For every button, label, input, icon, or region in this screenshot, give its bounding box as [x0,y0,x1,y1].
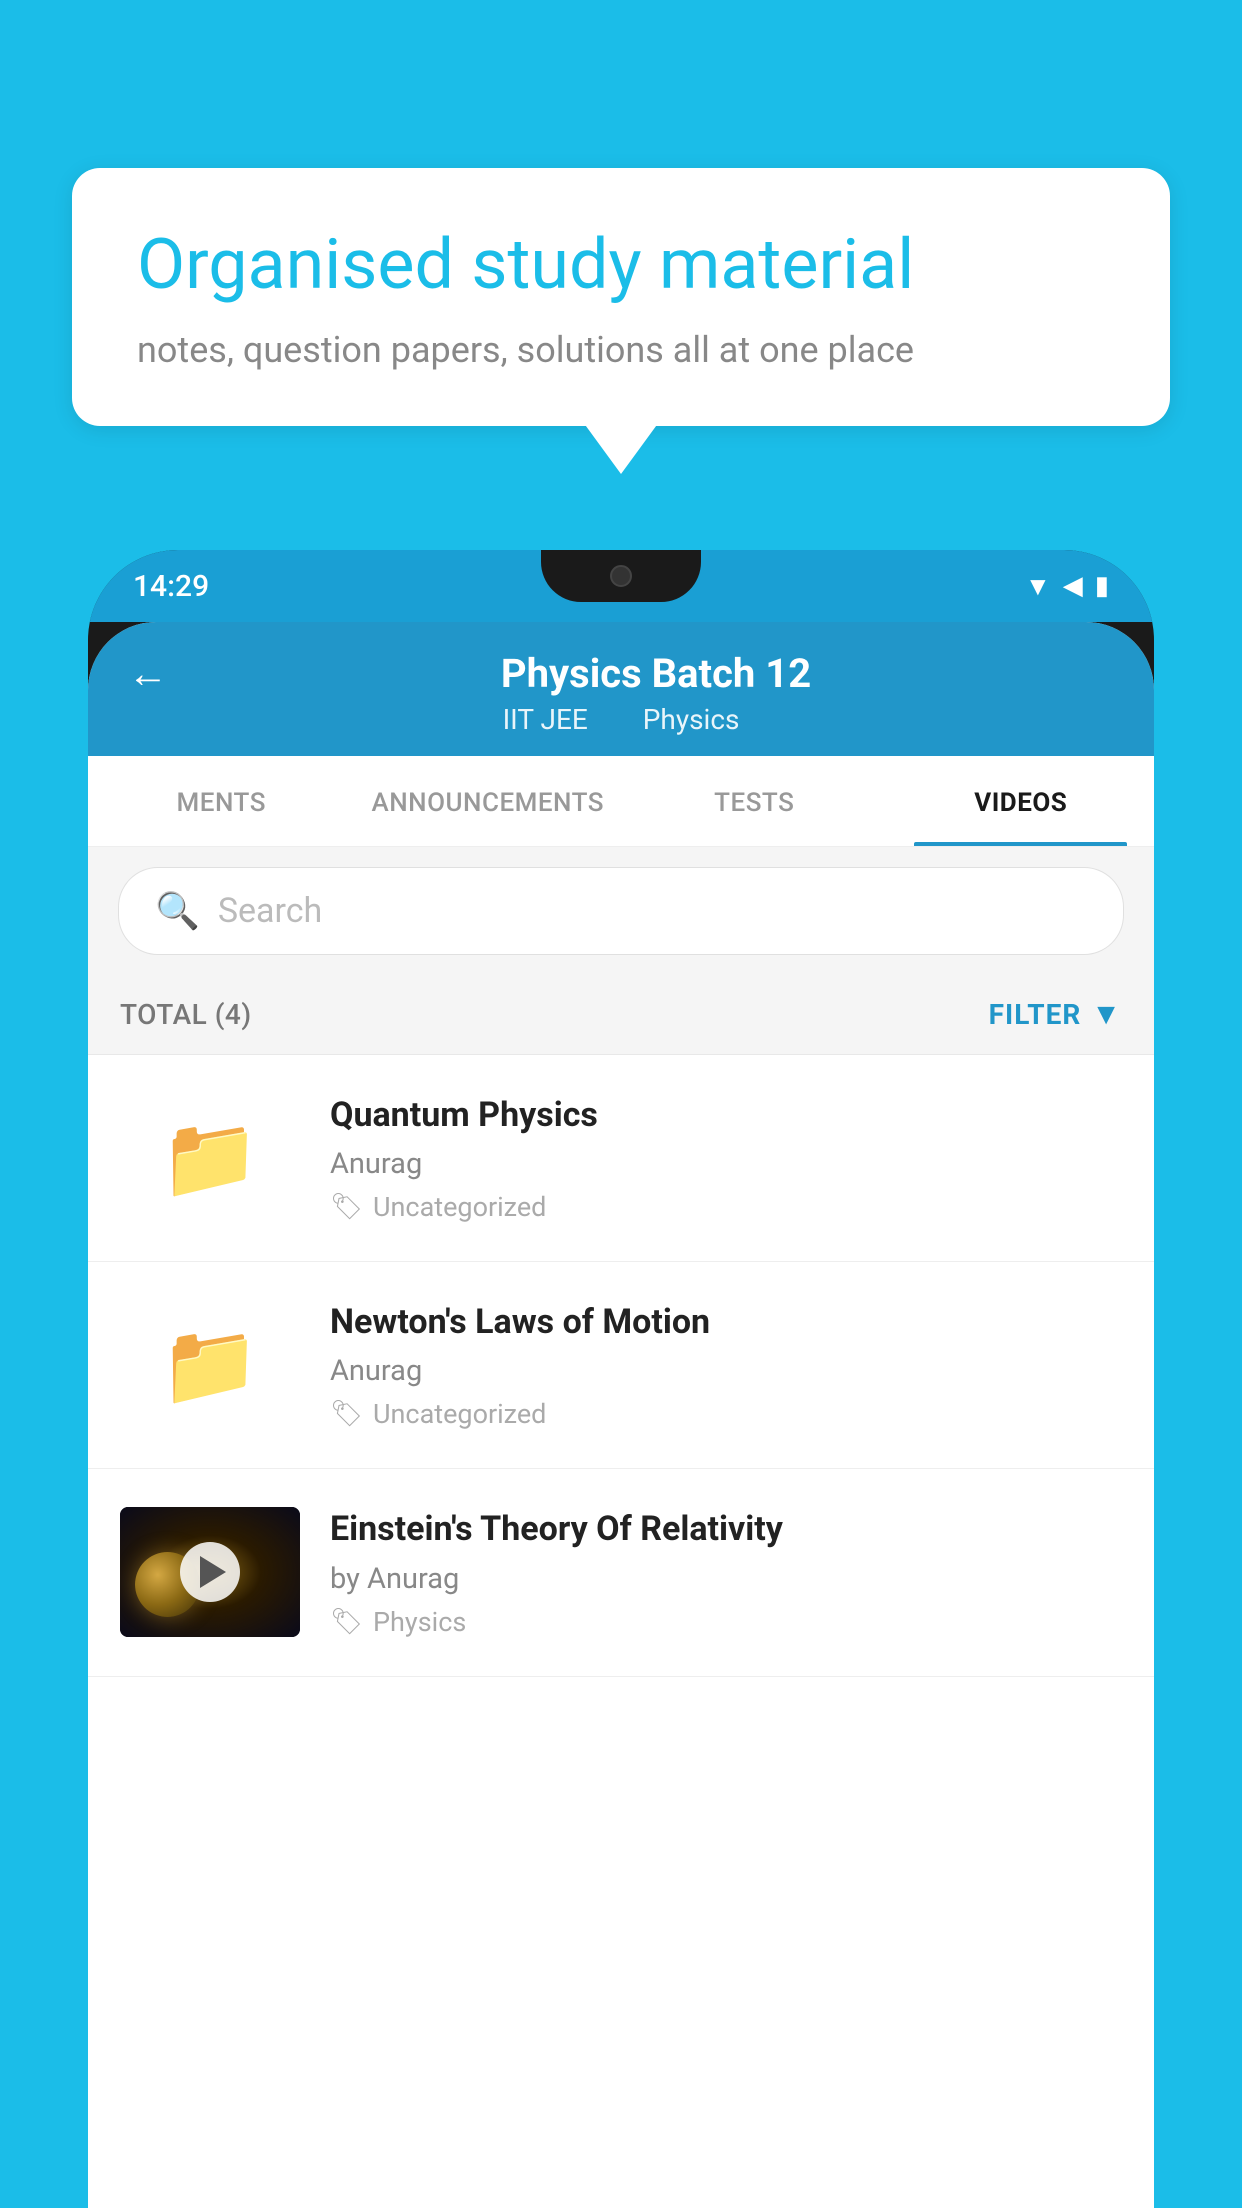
video-author: by Anurag [330,1562,1122,1596]
tab-announcements-label: ANNOUNCEMENTS [371,788,604,818]
app-content: ← Physics Batch 12 IIT JEE Physics MENTS… [88,622,1154,2208]
video-tag: 🏷 Uncategorized [330,1398,1122,1430]
tab-bar: MENTS ANNOUNCEMENTS TESTS VIDEOS [88,756,1154,847]
subtitle-iitjee: IIT JEE [503,703,588,736]
tag-label: Uncategorized [373,1191,546,1223]
status-bar: 14:29 ▼ ◀ ▮ [88,550,1154,622]
search-icon: 🔍 [155,890,200,932]
tab-ments-label: MENTS [177,788,266,818]
total-count: TOTAL (4) [120,998,252,1031]
tab-videos-label: VIDEOS [974,788,1067,818]
tab-ments[interactable]: MENTS [88,756,355,846]
phone-frame: 14:29 ▼ ◀ ▮ ← Physics Batch 12 IIT JEE P… [88,550,1154,2208]
bubble-subtitle: notes, question papers, solutions all at… [137,329,1105,371]
header-subtitle: IIT JEE Physics [128,703,1114,736]
app-header: ← Physics Batch 12 IIT JEE Physics [88,622,1154,756]
folder-icon: 📁 [160,1111,260,1205]
folder-icon: 📁 [160,1318,260,1412]
tab-tests-label: TESTS [714,788,794,818]
bubble-title: Organised study material [137,223,1105,307]
video-title: Quantum Physics [330,1093,1122,1137]
search-placeholder: Search [218,891,322,931]
filter-button[interactable]: FILTER ▼ [989,997,1122,1032]
tab-tests[interactable]: TESTS [621,756,888,846]
status-time: 14:29 [133,569,209,604]
play-button[interactable] [180,1542,240,1602]
battery-icon: ▮ [1095,571,1109,601]
wifi-icon: ▼ [1025,571,1051,602]
search-container: 🔍 Search [88,847,1154,975]
video-info: Quantum Physics Anurag 🏷 Uncategorized [330,1093,1122,1223]
play-icon [200,1556,226,1588]
video-tag: 🏷 Uncategorized [330,1191,1122,1223]
subtitle-physics: Physics [643,703,740,736]
video-info: Newton's Laws of Motion Anurag 🏷 Uncateg… [330,1300,1122,1430]
list-item[interactable]: 📁 Newton's Laws of Motion Anurag 🏷 Uncat… [88,1262,1154,1469]
filter-label: FILTER [989,998,1082,1031]
video-author: Anurag [330,1354,1122,1388]
video-list: 📁 Quantum Physics Anurag 🏷 Uncategorized… [88,1055,1154,2208]
filter-row: TOTAL (4) FILTER ▼ [88,975,1154,1055]
tag-icon: 🏷 [330,1399,363,1429]
list-item[interactable]: Einstein's Theory Of Relativity by Anura… [88,1469,1154,1676]
signal-icon: ◀ [1063,571,1083,601]
search-bar[interactable]: 🔍 Search [118,867,1124,955]
folder-thumbnail: 📁 [120,1300,300,1430]
notch [541,550,701,602]
header-top: ← Physics Batch 12 [128,650,1114,697]
page-title: Physics Batch 12 [198,650,1114,697]
video-author: Anurag [330,1147,1122,1181]
tag-label: Uncategorized [373,1398,546,1430]
tag-icon: 🏷 [330,1607,363,1637]
back-button[interactable]: ← [128,650,168,697]
video-thumbnail [120,1507,300,1637]
speech-bubble: Organised study material notes, question… [72,168,1170,426]
video-title: Newton's Laws of Motion [330,1300,1122,1344]
video-title: Einstein's Theory Of Relativity [330,1507,1122,1551]
video-tag: 🏷 Physics [330,1606,1122,1638]
list-item[interactable]: 📁 Quantum Physics Anurag 🏷 Uncategorized [88,1055,1154,1262]
tag-icon: 🏷 [330,1192,363,1222]
folder-thumbnail: 📁 [120,1093,300,1223]
filter-icon: ▼ [1091,997,1122,1032]
camera-dot [610,565,632,587]
tag-label: Physics [373,1606,466,1638]
tab-videos[interactable]: VIDEOS [888,756,1155,846]
video-info: Einstein's Theory Of Relativity by Anura… [330,1507,1122,1637]
tab-announcements[interactable]: ANNOUNCEMENTS [355,756,622,846]
status-icons: ▼ ◀ ▮ [1025,571,1109,602]
